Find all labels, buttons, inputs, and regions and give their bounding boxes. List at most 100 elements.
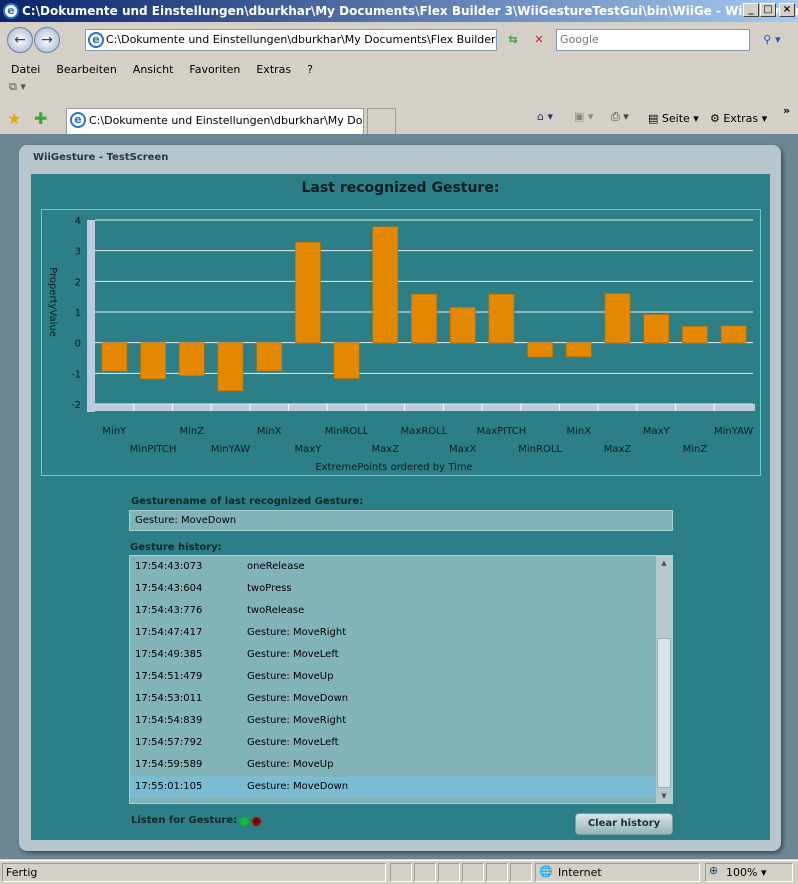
back-button[interactable]: ← <box>7 27 33 53</box>
bar <box>256 342 283 372</box>
menu-bar: Datei Bearbeiten Ansicht Favoriten Extras? <box>11 63 329 76</box>
feeds-icon[interactable]: ▣ ▾ <box>574 110 593 123</box>
history-row[interactable]: 17:54:49:385 Gesture: MoveLeft <box>130 644 656 666</box>
bar <box>101 342 128 372</box>
history-row[interactable]: 17:54:59:589 Gesture: MoveUp <box>130 754 656 776</box>
favorites-star-icon[interactable]: ★ <box>7 109 21 128</box>
bar <box>449 307 476 343</box>
history-time: 17:54:51:479 <box>135 671 203 682</box>
panel-title: WiiGesture - TestScreen <box>33 152 169 163</box>
history-row[interactable]: 17:54:43:776 twoRelease <box>130 600 656 622</box>
menu-help[interactable]: ? <box>307 63 313 76</box>
history-time: 17:54:54:839 <box>135 715 203 726</box>
bar <box>295 242 321 343</box>
status-text: Fertig <box>2 863 386 882</box>
print-icon[interactable]: ⎙ ▾ <box>611 110 629 124</box>
history-time: 17:54:43:073 <box>135 561 203 572</box>
x-tick-label: MinZ <box>683 444 708 455</box>
x-tick-label: MaxROLL <box>401 426 448 437</box>
history-event: Gesture: MoveRight <box>247 627 347 638</box>
history-row[interactable]: 17:54:54:839 Gesture: MoveRight <box>130 710 656 732</box>
history-time: 17:54:43:776 <box>135 605 203 616</box>
history-event: twoRelease <box>247 605 305 616</box>
zoom-icon: ⊕ <box>709 864 719 877</box>
bar <box>527 342 553 358</box>
listen-label: Listen for Gesture: <box>131 815 238 826</box>
clear-history-button[interactable]: Clear history <box>575 813 673 835</box>
x-tick-label: MaxY <box>643 426 671 437</box>
address-input[interactable]: C:\Dokumente und Einstellungen\dburkhar\… <box>85 29 497 51</box>
x-tick-label: MinX <box>567 426 592 437</box>
x-tick-label: MinYAW <box>211 444 250 455</box>
history-time: 17:54:47:417 <box>135 627 203 638</box>
translate-icon[interactable]: ⧉ ▾ <box>9 80 26 94</box>
bar <box>682 326 708 343</box>
history-time: 17:54:43:604 <box>135 583 203 594</box>
history-row[interactable]: 17:54:47:417 Gesture: MoveRight <box>130 622 656 644</box>
listen-on-indicator[interactable] <box>240 817 249 826</box>
minimize-button[interactable]: _ <box>743 3 759 17</box>
x-tick-label: MinZ <box>179 426 204 437</box>
add-favorite-icon[interactable]: ✚ <box>34 109 47 128</box>
y-tick-label: 4 <box>75 216 81 227</box>
close-button[interactable]: × <box>779 3 795 17</box>
history-row[interactable]: 17:54:43:073 oneRelease <box>130 556 656 578</box>
y-axis <box>87 220 95 412</box>
history-event: twoPress <box>247 583 292 594</box>
listen-off-indicator[interactable] <box>252 817 261 826</box>
more-chevron-icon[interactable]: » <box>783 104 790 117</box>
bar <box>565 342 592 358</box>
history-event: Gesture: MoveUp <box>247 671 334 682</box>
tab-ie-icon: e <box>70 112 86 128</box>
history-event: Gesture: MoveDown <box>247 693 349 704</box>
chart: 4 3 2 1 0 -1 -2 MinY MinPITCH MinZ MinYAW MinX MaxY M… <box>41 209 761 476</box>
x-tick-label: MinY <box>102 426 127 437</box>
maximize-button[interactable]: □ <box>760 3 776 17</box>
search-input[interactable]: Google <box>556 29 750 51</box>
history-time: 17:54:53:011 <box>135 693 203 704</box>
history-event: Gesture: MoveLeft <box>247 649 339 660</box>
history-row[interactable]: 17:54:53:011 Gesture: MoveDown <box>130 688 656 710</box>
history-row[interactable]: 17:54:57:792 Gesture: MoveLeft <box>130 732 656 754</box>
search-icon[interactable]: ⚲ ▾ <box>755 29 789 51</box>
refresh-icon[interactable]: ⇆ <box>502 29 524 51</box>
history-row[interactable]: 17:55:01:105 Gesture: MoveDown <box>130 776 656 798</box>
history-label: Gesture history: <box>130 542 222 553</box>
bar <box>372 226 399 343</box>
scroll-thumb[interactable] <box>657 638 671 788</box>
history-row[interactable]: 17:54:51:479 Gesture: MoveUp <box>130 666 656 688</box>
history-time: 17:54:49:385 <box>135 649 203 660</box>
new-tab-button[interactable] <box>367 108 396 134</box>
y-axis-label: PropertyValue <box>47 267 58 337</box>
y-tick-label: 1 <box>75 308 81 319</box>
scroll-down-icon[interactable]: ▼ <box>656 789 672 803</box>
menu-bearbeiten[interactable]: Bearbeiten <box>56 63 116 76</box>
forward-button[interactable]: → <box>34 27 60 53</box>
history-list[interactable]: 17:54:43:073 oneRelease 17:54:43:604 twoPre… <box>129 555 673 804</box>
stop-icon[interactable]: ✕ <box>528 29 550 51</box>
bar <box>217 342 244 392</box>
x-tick-label: MinPITCH <box>130 444 177 455</box>
scrollbar[interactable]: ▲ ▼ <box>656 556 672 803</box>
home-icon[interactable]: ⌂ ▾ <box>537 110 553 123</box>
history-event: Gesture: MoveLeft <box>247 737 339 748</box>
scroll-up-icon[interactable]: ▲ <box>656 556 672 570</box>
x-axis <box>87 404 755 411</box>
y-tick-label: 2 <box>75 277 81 288</box>
globe-icon: 🌐 <box>539 865 553 878</box>
bar <box>178 342 205 377</box>
bar <box>643 314 670 343</box>
bar <box>720 325 747 343</box>
history-event: Gesture: MoveDown <box>247 781 349 792</box>
page-menu[interactable]: ▤ Seite ▾ <box>648 112 699 125</box>
bar <box>140 342 166 380</box>
tools-menu[interactable]: ⚙ Extras ▾ <box>710 112 767 125</box>
menu-datei[interactable]: Datei <box>11 63 40 76</box>
menu-favoriten[interactable]: Favoriten <box>189 63 240 76</box>
browser-tab[interactable]: C:\Dokumente und Einstellungen\dburkhar\… <box>66 108 364 134</box>
history-row[interactable]: 17:54:43:604 twoPress <box>130 578 656 600</box>
menu-extras[interactable]: Extras <box>256 63 291 76</box>
menu-ansicht[interactable]: Ansicht <box>133 63 174 76</box>
x-tick-label: MinROLL <box>518 444 562 455</box>
history-event: Gesture: MoveUp <box>247 759 334 770</box>
